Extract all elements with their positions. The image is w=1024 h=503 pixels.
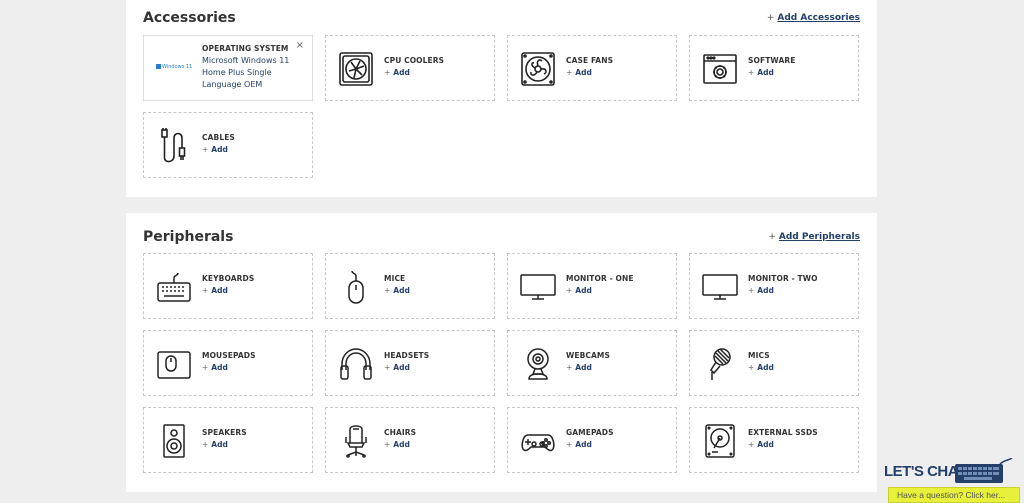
card-add-button[interactable]: + Add [748, 363, 774, 372]
card-label: SOFTWARE [748, 56, 796, 65]
accessories-title: Accessories [143, 10, 236, 26]
monitor-icon [520, 269, 556, 305]
card-label: CPU COOLERS [384, 56, 445, 65]
card-add-button[interactable]: + Add [384, 68, 410, 77]
card-add-button[interactable]: + Add [384, 440, 410, 449]
card-add-button[interactable]: + Add [202, 440, 228, 449]
card-speakers[interactable]: SPEAKERS + Add [143, 407, 313, 473]
add-accessories-label: Add Accessories [777, 13, 860, 23]
keyboard-icon [156, 269, 192, 305]
card-category: OPERATING SYSTEM [202, 44, 289, 53]
card-webcams[interactable]: WEBCAMS + Add [507, 330, 677, 396]
add-accessories-link[interactable]: + Add Accessories [767, 13, 860, 23]
card-label: MOUSEPADS [202, 351, 256, 360]
microphone-icon [702, 346, 738, 382]
card-label: SPEAKERS [202, 428, 247, 437]
card-add-button[interactable]: + Add [748, 68, 774, 77]
windows-logo: Windows 11 [156, 64, 192, 70]
software-icon [702, 51, 738, 87]
cable-icon [156, 128, 192, 164]
headset-icon [338, 346, 374, 382]
mousepad-icon [156, 346, 192, 382]
hard-drive-icon [702, 423, 738, 459]
add-peripherals-label: Add Peripherals [778, 232, 860, 242]
card-label: MICE [384, 274, 406, 283]
card-cpu-coolers[interactable]: CPU COOLERS + Add [325, 35, 495, 101]
card-label: CABLES [202, 133, 235, 142]
accessories-section: Accessories + Add Accessories Windows 11 … [126, 0, 877, 197]
case-fan-icon [520, 51, 556, 87]
card-add-button[interactable]: + Add [566, 286, 592, 295]
card-label: MICS [748, 351, 770, 360]
add-peripherals-link[interactable]: + Add Peripherals [768, 232, 860, 242]
peripherals-title: Peripherals [143, 229, 234, 245]
mouse-icon [338, 269, 374, 305]
card-software[interactable]: SOFTWARE + Add [689, 35, 859, 101]
card-keyboards[interactable]: KEYBOARDS + Add [143, 253, 313, 319]
card-label: EXTERNAL SSDS [748, 428, 818, 437]
card-label: KEYBOARDS [202, 274, 255, 283]
card-gamepads[interactable]: GAMEPADS + Add [507, 407, 677, 473]
remove-icon[interactable]: × [296, 40, 304, 51]
card-add-button[interactable]: + Add [202, 145, 228, 154]
card-monitor-two[interactable]: MONITOR - TWO + Add [689, 253, 859, 319]
card-add-button[interactable]: + Add [748, 440, 774, 449]
card-monitor-one[interactable]: MONITOR - ONE + Add [507, 253, 677, 319]
card-add-button[interactable]: + Add [384, 363, 410, 372]
chair-icon [338, 423, 374, 459]
card-chairs[interactable]: CHAIRS + Add [325, 407, 495, 473]
card-label: CASE FANS [566, 56, 614, 65]
gamepad-icon [520, 423, 556, 459]
card-label: MONITOR - ONE [566, 274, 634, 283]
card-add-button[interactable]: + Add [566, 363, 592, 372]
cpu-cooler-icon [338, 51, 374, 87]
card-label: HEADSETS [384, 351, 430, 360]
card-label: CHAIRS [384, 428, 417, 437]
peripherals-section: Peripherals + Add Peripherals KEYBOARDS +… [126, 213, 877, 492]
operating-system-card[interactable]: Windows 11 OPERATING SYSTEM Microsoft Wi… [143, 35, 313, 101]
card-add-button[interactable]: + Add [748, 286, 774, 295]
card-case-fans[interactable]: CASE FANS + Add [507, 35, 677, 101]
selected-os-name: Microsoft Windows 11 Home Plus Single La… [202, 56, 290, 89]
chat-prompt-bar[interactable]: Have a question? Click her... [888, 487, 1020, 503]
card-headsets[interactable]: HEADSETS + Add [325, 330, 495, 396]
card-label: MONITOR - TWO [748, 274, 818, 283]
card-mics[interactable]: MICS + Add [689, 330, 859, 396]
monitor-icon [702, 269, 738, 305]
card-cables[interactable]: CABLES + Add [143, 112, 313, 178]
keyboard-icon[interactable] [954, 457, 1016, 484]
card-add-button[interactable]: + Add [566, 440, 592, 449]
card-external-ssds[interactable]: EXTERNAL SSDS + Add [689, 407, 859, 473]
card-add-button[interactable]: + Add [202, 286, 228, 295]
plus-icon: + [768, 232, 776, 242]
plus-icon: + [766, 13, 775, 23]
card-add-button[interactable]: + Add [384, 286, 410, 295]
card-add-button[interactable]: + Add [202, 363, 228, 372]
card-mice[interactable]: MICE + Add [325, 253, 495, 319]
speaker-icon [156, 423, 192, 459]
card-label: GAMEPADS [566, 428, 614, 437]
card-label: WEBCAMS [566, 351, 610, 360]
card-add-button[interactable]: + Add [566, 68, 592, 77]
webcam-icon [520, 346, 556, 382]
card-mousepads[interactable]: MOUSEPADS + Add [143, 330, 313, 396]
